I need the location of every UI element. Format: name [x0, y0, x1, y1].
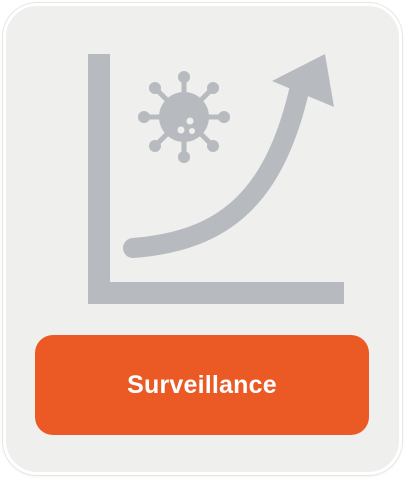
- virus-shape: [138, 71, 230, 163]
- surveillance-label-button[interactable]: Surveillance: [35, 335, 369, 435]
- surveillance-card[interactable]: Surveillance: [3, 3, 402, 475]
- surveillance-label: Surveillance: [127, 370, 277, 399]
- virus-growth-chart-icon: [6, 6, 399, 336]
